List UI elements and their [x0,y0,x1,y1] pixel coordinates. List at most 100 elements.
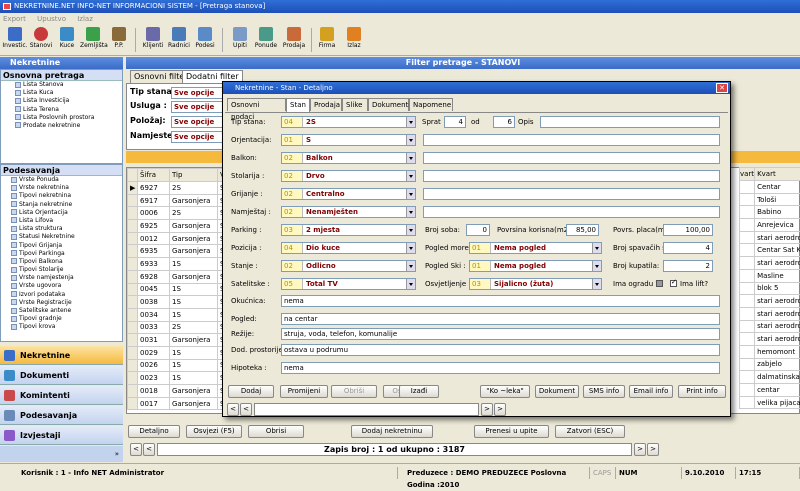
extra-input[interactable] [423,152,720,164]
row-selector[interactable] [128,207,138,220]
table-row[interactable]: 6935GarsonjeraS [128,245,238,258]
next-record-button[interactable]: > [634,443,646,456]
od-input[interactable]: 6 [493,116,515,128]
table-row[interactable]: Centar [740,181,800,194]
table-row[interactable]: stari aerodrom [740,307,800,320]
tree-item[interactable]: Vrste nekretnina [11,184,122,192]
tree-item[interactable]: Tipovi Parkinga [11,250,122,258]
tree-item[interactable]: Lista Terena [15,106,122,114]
toolbar-ponude-button[interactable]: Ponude [253,25,279,56]
row-selector[interactable] [128,232,138,245]
combo-6-select[interactable]: 032 mjesta [281,224,416,236]
extra-input[interactable] [423,206,720,218]
nav-nekretnine[interactable]: Nekretnine [0,346,123,365]
tree-item[interactable]: Lista Poslovnih prostora [15,114,122,122]
table-row[interactable]: 0017GarsonjeraS [128,397,238,410]
text-field-input[interactable]: ostava u podrumu [281,344,720,356]
table-row[interactable]: 0012GarsonjeraS [128,232,238,245]
column-header-sifra[interactable]: Šifra [138,169,170,182]
table-row[interactable]: 00332SS [128,321,238,334]
toolbar-kuce-button[interactable]: Kuce [54,25,80,56]
dialog-button-5[interactable]: "Ko ~leka" [480,385,530,398]
table-row[interactable]: 00062SS [128,207,238,220]
table-row[interactable]: stari aerodrom [740,320,800,333]
toolbar-upiti-button[interactable]: Upiti [227,25,253,56]
row-selector[interactable] [128,308,138,321]
dialog-tab-stan[interactable]: Stan [286,98,310,112]
table-row[interactable]: Masline [740,269,800,282]
combo-5-select[interactable]: 02Nenamješten [281,206,416,218]
toolbar-investicije-button[interactable]: Investic. [2,25,28,56]
table-row[interactable]: 69331SS [128,258,238,271]
povrsina-input[interactable]: 85,00 [566,224,599,236]
osvjetljenje-select[interactable]: 03Sijalicno (žuta) [469,278,602,290]
tree-item[interactable]: Lista Investicija [15,97,122,105]
obrisi-button[interactable]: Obrisi [248,425,304,438]
namjesten-filter-select[interactable]: Sve opcije [171,131,227,143]
tree-item[interactable]: Vrste namjestenja [11,274,122,282]
table-row[interactable]: centar [740,384,800,397]
dialog-first-button[interactable]: < [240,403,252,416]
column-header-tip[interactable]: Tip [170,169,218,182]
nav-expand-chevron-icon[interactable]: » [0,446,123,462]
table-row[interactable]: blok 5 [740,282,800,295]
tree-item[interactable]: Lista Stanova [15,81,122,89]
tree-item[interactable]: Vrste ugovora [11,282,122,290]
menu-upustvo[interactable]: Upustvo [37,15,66,23]
toolbar-radnici-button[interactable]: Radnici [166,25,192,56]
row-selector[interactable] [128,296,138,309]
tree-item[interactable]: Prodate nekretnine [15,122,122,130]
toolbar-firma-button[interactable]: Firma [314,25,340,56]
tree-item[interactable]: Tipovi Stolarije [11,266,122,274]
table-row[interactable]: Centar Sat Kula [740,244,800,257]
text-field-input[interactable]: struja, voda, telefon, komunalije [281,328,720,340]
polozaj-filter-select[interactable]: Sve opcije [171,116,227,128]
prenesi-u-upite-button[interactable]: Prenesi u upite [474,425,549,438]
dodaj-nekretninu-button[interactable]: Dodaj nekretninu [351,425,433,438]
table-row[interactable]: 00291SS [128,346,238,359]
row-selector[interactable] [128,397,138,410]
tree-item[interactable]: Tipovi Grijanja [11,242,122,250]
column-header-kvart[interactable]: Kvart [755,168,800,181]
table-row[interactable]: stari aerodrom [740,257,800,270]
menu-export[interactable]: Export [3,15,26,23]
dialog-button-4[interactable]: Izađi [399,385,439,398]
close-icon[interactable]: ✕ [716,83,728,93]
combo-1-select[interactable]: 01S [281,134,416,146]
povrs-placa-input[interactable]: 100,00 [663,224,713,236]
table-row[interactable]: Babino [740,206,800,219]
toolbar-prodaja-button[interactable]: Prodaja [281,25,307,56]
dialog-tab-prodaja[interactable]: Prodaja [310,98,342,111]
tip-stana-filter-select[interactable]: Sve opcije [171,87,227,99]
nav-dokumenti[interactable]: Dokumenti [0,366,123,385]
tree-item[interactable]: Lista struktura [11,225,122,233]
dialog-next-button[interactable]: > [481,403,493,416]
row-selector[interactable] [128,321,138,334]
table-row[interactable]: stari aerodrom [740,231,800,244]
extra-input[interactable] [423,188,720,200]
extra-input[interactable] [423,170,720,182]
row-selector[interactable] [128,220,138,233]
tree-item[interactable]: Tipovi gradnje [11,315,122,323]
row-selector[interactable]: ▶ [128,182,138,195]
table-row[interactable]: ▶69272SS [128,182,238,195]
combo-2-select[interactable]: 02Balkon [281,152,416,164]
menu-izlaz[interactable]: Izlaz [77,15,93,23]
row-selector[interactable] [128,359,138,372]
dialog-tab-osnovni-podaci[interactable]: Osnovni podaci [227,98,286,111]
combo-7-select[interactable]: 04Dio kuce [281,242,416,254]
toolbar-zemljista-button[interactable]: Zemljišta [80,25,106,56]
row-selector[interactable] [128,385,138,398]
table-row[interactable]: 0018GarsonjeraS [128,385,238,398]
tree-item[interactable]: Stanja nekretnine [11,201,122,209]
table-row[interactable]: 00261SS [128,359,238,372]
tree-item[interactable]: Vrste Registracije [11,299,122,307]
extra-input[interactable] [423,134,720,146]
text-field-input[interactable]: nema [281,362,720,374]
dialog-tab-napomene[interactable]: Napomene [409,98,453,111]
nav-podesavanja[interactable]: Podesavanja [0,406,123,425]
combo-4-select[interactable]: 02Centralno [281,188,416,200]
row-selector[interactable] [128,258,138,271]
dialog-button-6[interactable]: Dokument [535,385,579,398]
table-row[interactable]: stari aerodrom [740,333,800,346]
